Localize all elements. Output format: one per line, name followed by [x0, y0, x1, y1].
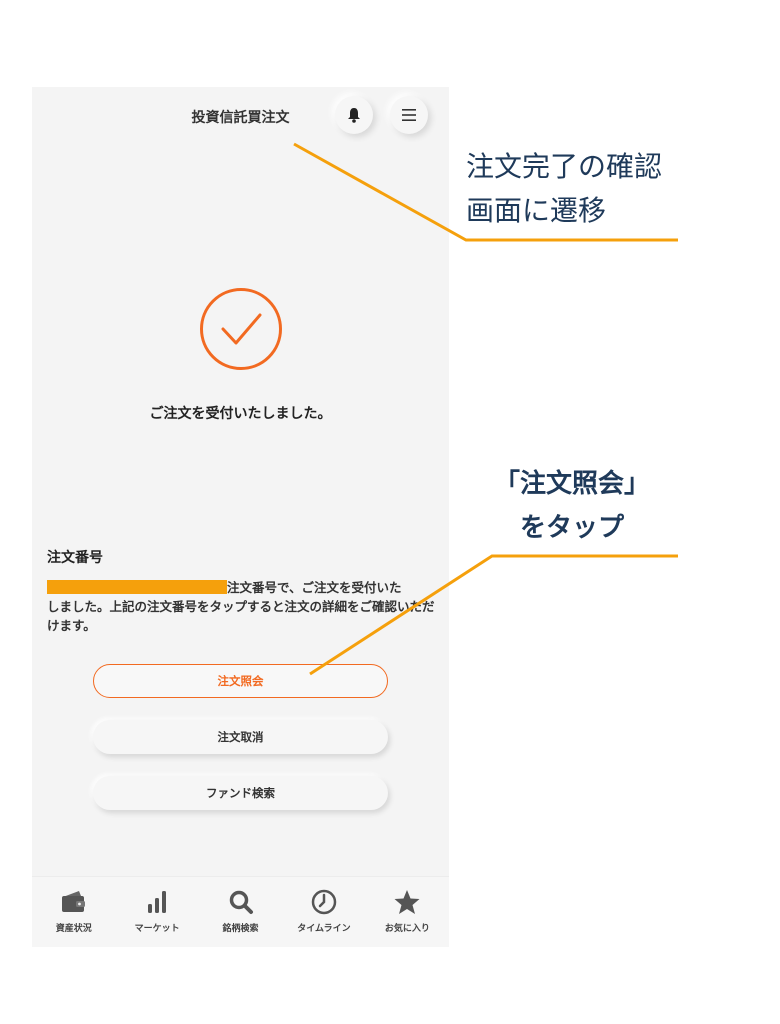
annotation-callout-lines [293, 142, 678, 676]
transition-callout-line [293, 142, 678, 242]
tap-callout-line [309, 554, 678, 676]
